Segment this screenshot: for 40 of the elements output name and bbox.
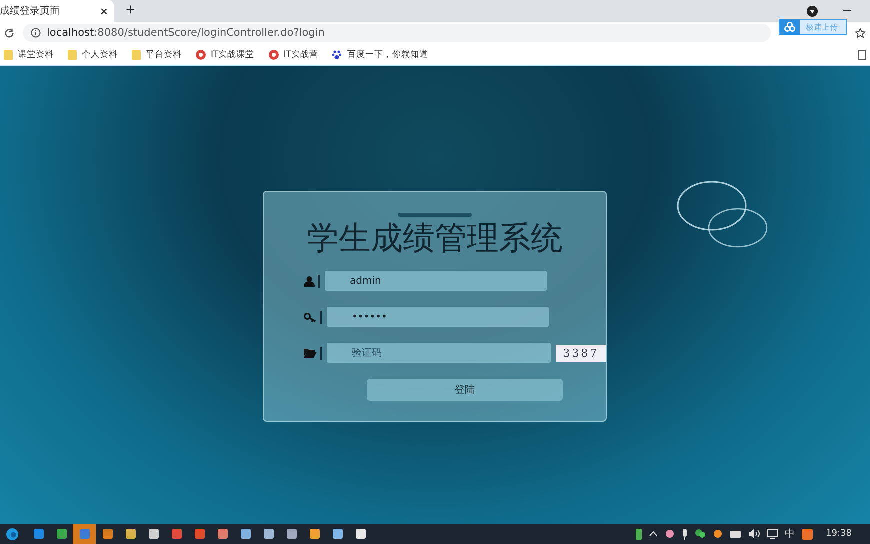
chat-icon[interactable] (695, 529, 706, 539)
battery-icon[interactable] (636, 528, 642, 540)
chevron-up-icon[interactable] (649, 531, 658, 537)
key-icon (304, 312, 317, 322)
bookmark[interactable]: 课堂资料 (4, 48, 54, 60)
folder-icon (132, 50, 141, 60)
bookmark[interactable]: IT实战课堂 (196, 48, 255, 60)
input-field[interactable]: •••••• (327, 307, 549, 327)
reload-icon[interactable] (4, 28, 15, 38)
new-tab-button[interactable]: + (124, 2, 138, 20)
folder-icon (68, 50, 77, 60)
captcha-image[interactable]: 3387 (556, 344, 606, 362)
folder-icon (4, 50, 13, 60)
user-icon (304, 276, 315, 286)
bookmark[interactable]: 个人资料 (68, 48, 118, 60)
info-icon (31, 28, 41, 38)
monitor-icon[interactable] (767, 529, 778, 539)
login-button[interactable]: 登陆 (367, 379, 563, 401)
badge-icon (268, 50, 279, 60)
badge-icon (196, 50, 206, 60)
profile-icon[interactable] (807, 6, 818, 16)
system-title: 学生成绩管理系统 (307, 219, 563, 257)
browser-tab[interactable]: 成绩登录页面 × (0, 0, 114, 22)
input-method-indicator[interactable]: 中 (785, 527, 796, 541)
bookmark[interactable]: IT实战营 (268, 48, 318, 60)
star-icon[interactable] (855, 28, 866, 38)
paw-icon (332, 50, 342, 60)
close-tab-button[interactable]: × (98, 4, 110, 18)
clock[interactable]: 19:38 (826, 529, 852, 539)
microphone-icon[interactable] (682, 528, 688, 540)
keyboard-icon[interactable] (730, 530, 742, 538)
bookmark[interactable]: 百度一下，你就知道 (332, 48, 428, 60)
address-bar[interactable]: localhost:8080/studentScore/loginController.do?login (23, 24, 771, 42)
bookmark[interactable]: 平台资料 (132, 48, 182, 60)
tab-title: 成绩登录页面 (0, 4, 60, 18)
reading-list-icon[interactable] (858, 50, 866, 60)
folder-icon (304, 348, 317, 358)
windows-logo-icon[interactable] (6, 528, 19, 540)
speaker-icon[interactable] (748, 529, 760, 539)
input-field[interactable]: admin (325, 271, 547, 291)
